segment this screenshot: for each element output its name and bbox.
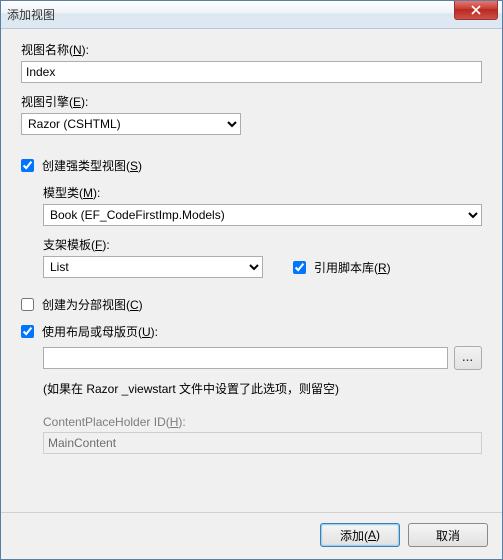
- view-engine-label: 视图引擎(E):: [21, 93, 482, 110]
- content-placeholder-label: ContentPlaceHolder ID(H):: [43, 415, 482, 429]
- strongly-typed-checkbox[interactable]: [21, 159, 34, 172]
- model-class-label: 模型类(M):: [43, 184, 482, 201]
- ellipsis-icon: ...: [462, 353, 473, 364]
- model-class-select[interactable]: Book (EF_CodeFirstImp.Models): [43, 204, 482, 226]
- cancel-button[interactable]: 取消: [408, 523, 488, 547]
- close-button[interactable]: [454, 1, 498, 20]
- content-placeholder-input: [43, 432, 482, 454]
- use-layout-checkbox[interactable]: [21, 325, 34, 338]
- add-button[interactable]: 添加(A): [320, 523, 400, 547]
- scaffold-select[interactable]: List: [43, 256, 263, 278]
- window-title: 添加视图: [7, 6, 55, 23]
- layout-path-input[interactable]: [43, 347, 448, 369]
- strongly-typed-checkbox-row: 创建强类型视图(S): [21, 157, 482, 174]
- strongly-typed-label: 创建强类型视图(S): [42, 157, 142, 174]
- add-view-dialog: 添加视图 视图名称(N): 视图引擎(E): Razor (CSHTML): [0, 0, 503, 560]
- view-name-input[interactable]: [21, 61, 482, 83]
- use-layout-label: 使用布局或母版页(U):: [42, 323, 158, 340]
- reference-scripts-row: 引用脚本库(R): [293, 259, 391, 276]
- view-name-label: 视图名称(N):: [21, 41, 482, 58]
- browse-layout-button[interactable]: ...: [454, 346, 482, 370]
- reference-scripts-checkbox[interactable]: [293, 261, 306, 274]
- close-icon: [471, 5, 481, 15]
- dialog-content: 视图名称(N): 视图引擎(E): Razor (CSHTML) 创建强类型视图…: [1, 29, 502, 512]
- partial-view-row: 创建为分部视图(C): [21, 296, 482, 313]
- partial-view-checkbox[interactable]: [21, 298, 34, 311]
- reference-scripts-label: 引用脚本库(R): [314, 259, 391, 276]
- button-bar: 添加(A) 取消: [1, 512, 502, 559]
- use-layout-row: 使用布局或母版页(U):: [21, 323, 482, 340]
- scaffold-label: 支架模板(F):: [43, 236, 482, 253]
- view-engine-select[interactable]: Razor (CSHTML): [21, 113, 241, 135]
- layout-hint: (如果在 Razor _viewstart 文件中设置了此选项，则留空): [43, 380, 482, 397]
- titlebar: 添加视图: [1, 1, 502, 29]
- partial-view-label: 创建为分部视图(C): [42, 296, 143, 313]
